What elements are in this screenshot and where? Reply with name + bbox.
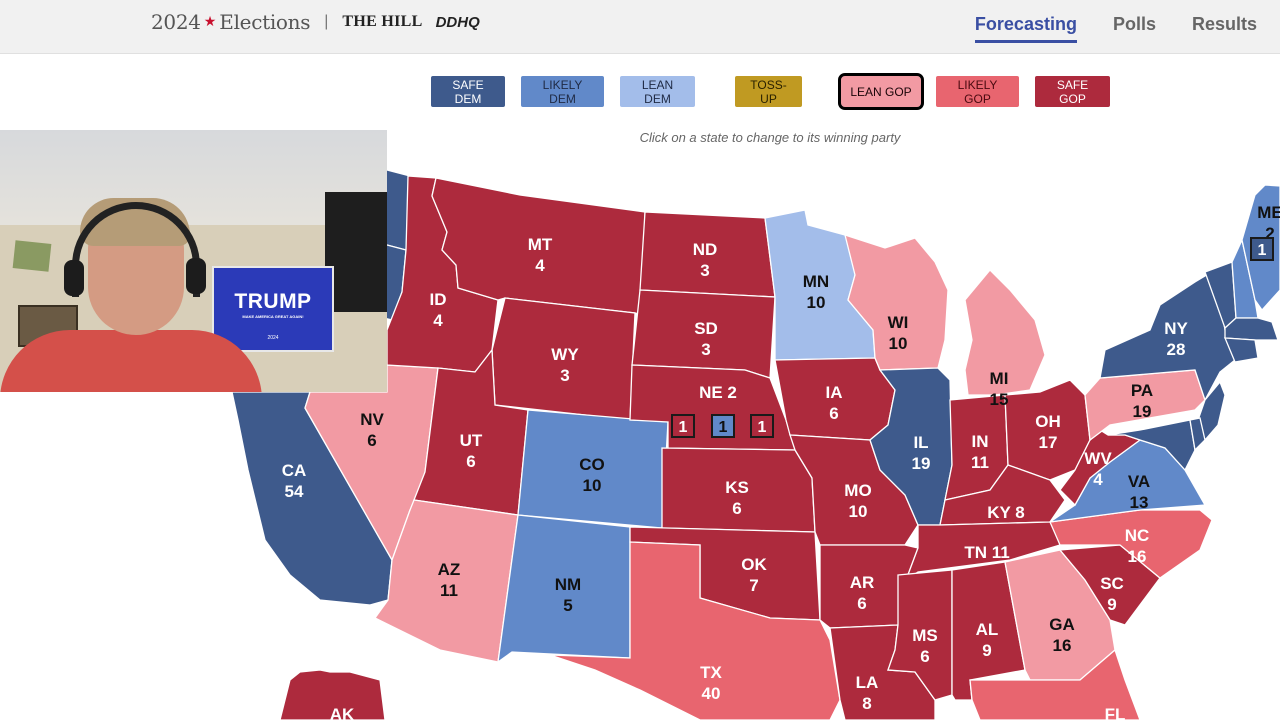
main-nav: Forecasting Polls Results: [974, 14, 1257, 43]
webcam-tv: [325, 192, 387, 312]
brand-elections: Elections: [219, 10, 311, 34]
toss-up-button[interactable]: TOSS-UP: [735, 76, 802, 107]
state-ak[interactable]: [279, 669, 386, 720]
svg-text:1: 1: [1258, 242, 1267, 259]
top-navigation-bar: 2024 ★ Elections | THE HILL DDHQ Forecas…: [0, 0, 1280, 54]
state-sd[interactable]: [631, 289, 776, 379]
brand-separator: |: [324, 13, 329, 30]
lean-gop-button[interactable]: LEAN GOP: [838, 73, 924, 110]
likely-dem-button[interactable]: LIKELY DEM: [521, 76, 604, 107]
svg-text:1: 1: [679, 419, 688, 436]
state-ks[interactable]: [661, 447, 816, 533]
rating-legend: SAFE DEM LIKELY DEM LEAN DEM TOSS-UP LEA…: [0, 73, 1280, 110]
district-ne-1[interactable]: 1: [671, 414, 695, 438]
webcam-poster: [12, 240, 52, 272]
sign-slogan: MAKE AMERICA GREAT AGAIN!: [242, 314, 304, 319]
state-mi[interactable]: [964, 269, 1046, 396]
lean-dem-button[interactable]: LEAN DEM: [620, 76, 695, 107]
brand: 2024 ★ Elections | THE HILL DDHQ: [151, 10, 480, 34]
webcam-campaign-sign: TRUMP MAKE AMERICA GREAT AGAIN! 2024: [212, 266, 334, 352]
webcam-person-shirt: [0, 330, 262, 392]
headset-earcup-right: [186, 258, 206, 294]
state-co[interactable]: [517, 409, 669, 529]
state-ia[interactable]: [774, 357, 896, 441]
state-nd[interactable]: [639, 211, 776, 298]
headset-earcup-left: [64, 260, 84, 296]
state-wy[interactable]: [491, 297, 636, 421]
district-ne-2[interactable]: 1: [711, 414, 735, 438]
svg-text:1: 1: [719, 419, 728, 436]
nav-polls[interactable]: Polls: [1113, 14, 1156, 43]
safe-gop-button[interactable]: SAFE GOP: [1035, 76, 1110, 107]
district-me-2[interactable]: 1: [1250, 237, 1274, 261]
brand-year: 2024: [151, 10, 201, 34]
star-icon: ★: [203, 12, 217, 29]
state-ma[interactable]: [1224, 317, 1279, 341]
sign-text: TRUMP: [234, 290, 312, 313]
svg-text:1: 1: [758, 419, 767, 436]
nav-forecasting[interactable]: Forecasting: [974, 14, 1077, 43]
the-hill-logo[interactable]: THE HILL: [342, 13, 422, 31]
safe-dem-button[interactable]: SAFE DEM: [431, 76, 505, 107]
ddhq-logo[interactable]: DDHQ: [436, 14, 480, 31]
nav-results[interactable]: Results: [1192, 14, 1257, 43]
state-nm[interactable]: [497, 514, 631, 664]
sign-year: 2024: [267, 335, 279, 341]
webcam-overlay: TRUMP MAKE AMERICA GREAT AGAIN! 2024: [0, 130, 387, 392]
district-ne-3[interactable]: 1: [750, 414, 774, 438]
likely-gop-button[interactable]: LIKELY GOP: [936, 76, 1019, 107]
